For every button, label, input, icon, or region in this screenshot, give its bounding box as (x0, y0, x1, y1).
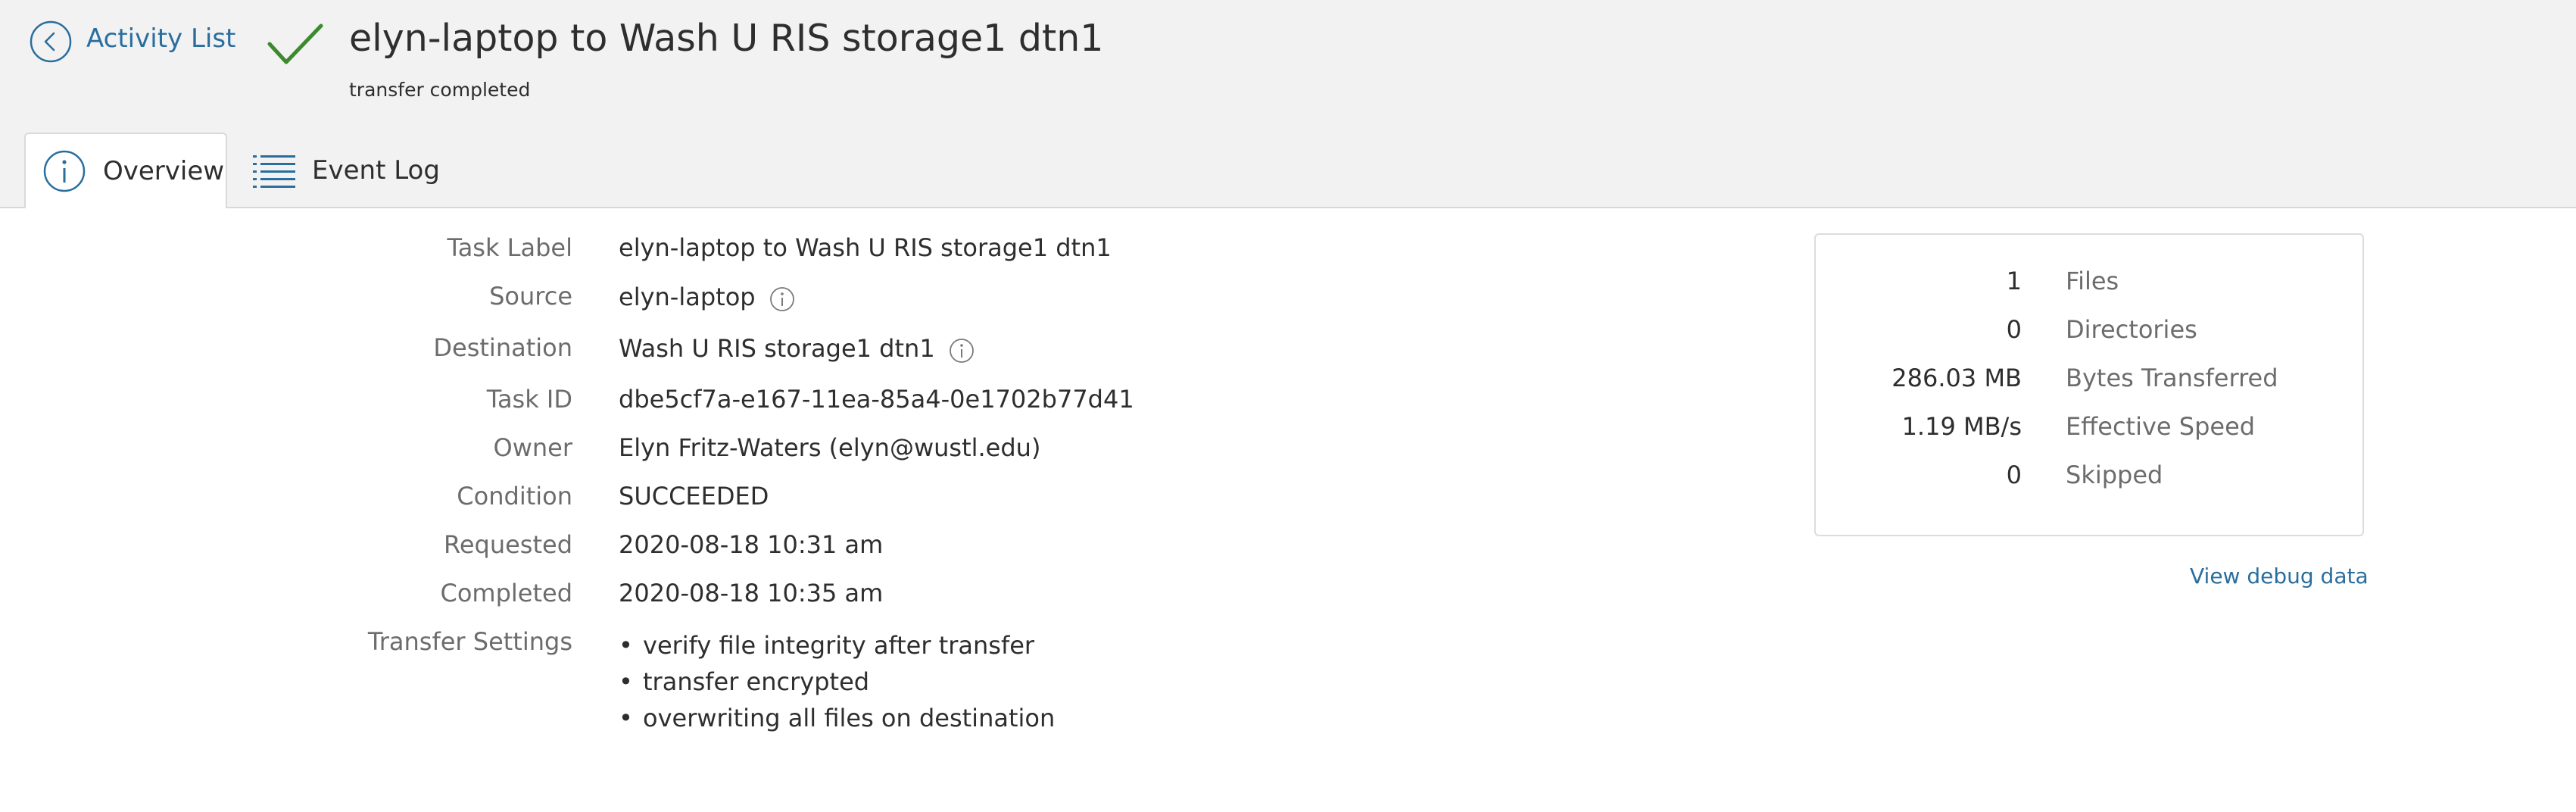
tab-event-log-label: Event Log (312, 155, 440, 186)
completed-value: 2020-08-18 10:35 am (619, 579, 884, 607)
source-label: Source (489, 282, 572, 311)
detail-row-task-label: Task Label elyn-laptop to Wash U RIS sto… (0, 233, 1212, 279)
stat-value: 1 (2006, 267, 2022, 295)
stat-label: Directories (2066, 315, 2197, 344)
transfer-settings-list: verify file integrity after transfer tra… (619, 627, 1055, 736)
transfer-stats-panel: 1 Files 0 Directories 286.03 MB Bytes Tr… (1814, 233, 2364, 536)
source-value-wrap: elyn-laptop (619, 282, 795, 312)
stat-row-bytes-transferred: 286.03 MB Bytes Transferred (1816, 364, 2365, 409)
detail-row-condition: Condition SUCCEEDED (0, 482, 1212, 527)
requested-value: 2020-08-18 10:31 am (619, 530, 884, 559)
destination-value-wrap: Wash U RIS storage1 dtn1 (619, 333, 975, 364)
status-subtitle: transfer completed (349, 79, 531, 101)
condition-label: Condition (457, 482, 572, 511)
stat-value: 1.19 MB/s (1901, 412, 2022, 441)
stat-value: 0 (2006, 315, 2022, 344)
list-item: verify file integrity after transfer (619, 627, 1055, 664)
tab-event-log[interactable]: Event Log (253, 133, 450, 208)
task-label-value: elyn-laptop to Wash U RIS storage1 dtn1 (619, 233, 1112, 262)
stat-label: Effective Speed (2066, 412, 2256, 441)
tab-overview-label: Overview (103, 156, 225, 186)
source-value: elyn-laptop (619, 283, 756, 311)
stat-value: 286.03 MB (1891, 364, 2022, 392)
stat-row-effective-speed: 1.19 MB/s Effective Speed (1816, 412, 2365, 458)
task-label-label: Task Label (447, 233, 572, 262)
stat-label: Bytes Transferred (2066, 364, 2278, 392)
list-item: transfer encrypted (619, 664, 1055, 700)
stat-row-files: 1 Files (1816, 267, 2365, 312)
chevron-left-circle-icon[interactable] (29, 20, 73, 64)
list-icon (253, 155, 295, 188)
destination-value: Wash U RIS storage1 dtn1 (619, 334, 935, 363)
stat-label: Files (2066, 267, 2119, 295)
transfer-settings-label: Transfer Settings (367, 627, 572, 656)
page-header: Activity List elyn-laptop to Wash U RIS … (0, 0, 2576, 208)
stat-label: Skipped (2066, 461, 2163, 489)
tab-overview[interactable]: Overview (24, 133, 227, 208)
list-item: overwriting all files on destination (619, 700, 1055, 736)
owner-value: Elyn Fritz-Waters (elyn@wustl.edu) (619, 433, 1041, 462)
detail-row-owner: Owner Elyn Fritz-Waters (elyn@wustl.edu) (0, 433, 1212, 479)
view-debug-data-link[interactable]: View debug data (2190, 564, 2369, 589)
condition-value: SUCCEEDED (619, 482, 769, 511)
info-icon (43, 150, 86, 192)
task-id-value: dbe5cf7a-e167-11ea-85a4-0e1702b77d41 (619, 385, 1134, 414)
back-link-label[interactable]: Activity List (86, 23, 235, 54)
destination-info-icon[interactable] (949, 338, 975, 364)
detail-row-transfer-settings: Transfer Settings verify file integrity … (0, 627, 1212, 741)
detail-row-task-id: Task ID dbe5cf7a-e167-11ea-85a4-0e1702b7… (0, 385, 1212, 430)
detail-row-completed: Completed 2020-08-18 10:35 am (0, 579, 1212, 624)
requested-label: Requested (444, 530, 572, 559)
task-id-label: Task ID (486, 385, 572, 414)
stat-row-skipped: 0 Skipped (1816, 461, 2365, 506)
completed-label: Completed (440, 579, 572, 607)
detail-row-source: Source elyn-laptop (0, 282, 1212, 327)
stat-row-directories: 0 Directories (1816, 315, 2365, 361)
source-info-icon[interactable] (769, 286, 795, 312)
detail-row-destination: Destination Wash U RIS storage1 dtn1 (0, 333, 1212, 379)
back-to-activity-list-link[interactable]: Activity List (29, 20, 235, 64)
owner-label: Owner (493, 433, 572, 462)
stat-value: 0 (2006, 461, 2022, 489)
detail-row-requested: Requested 2020-08-18 10:31 am (0, 530, 1212, 576)
page-title: elyn-laptop to Wash U RIS storage1 dtn1 (349, 17, 1104, 60)
checkmark-icon (267, 23, 323, 64)
destination-label: Destination (433, 333, 572, 362)
